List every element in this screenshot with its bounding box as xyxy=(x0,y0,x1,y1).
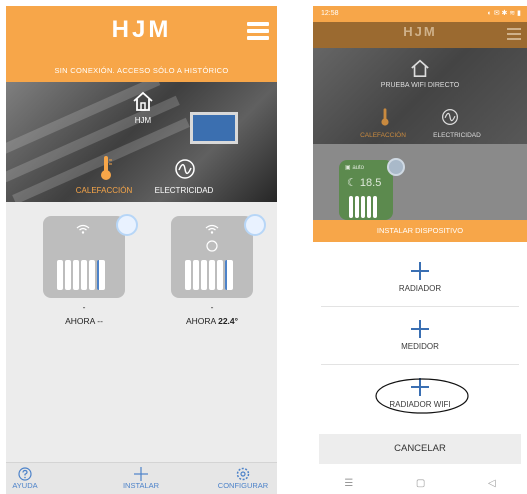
device-dash-1: - xyxy=(82,302,86,312)
reading-prefix: AHORA xyxy=(185,316,216,326)
nav-configurar[interactable]: CONFIGURAR xyxy=(198,463,277,494)
device-tile-1[interactable] xyxy=(43,216,125,298)
tab-calefaccion[interactable]: CALEFACCIÓN xyxy=(72,186,136,195)
nav-configurar-label: CONFIGURAR xyxy=(217,481,269,490)
plus-icon xyxy=(411,262,429,280)
hamburger-menu-icon[interactable] xyxy=(247,22,269,40)
device-tile-2[interactable] xyxy=(171,216,253,298)
install-sheet-header: INSTALAR DISPOSITIVO xyxy=(313,220,527,242)
nav-instalar[interactable]: INSTALAR xyxy=(96,463,186,494)
home-label: PRUEBA WIFI DIRECTO xyxy=(380,82,460,89)
device-dash-2: - xyxy=(210,302,214,312)
add-medidor-button[interactable]: MEDIDOR xyxy=(313,320,527,351)
add-radiador-button[interactable]: RADIADOR xyxy=(313,262,527,293)
home-icon[interactable] xyxy=(132,90,154,112)
device-temp: ☾ 18.5 xyxy=(347,177,382,189)
gear-icon xyxy=(236,467,250,481)
thermometer-icon[interactable] xyxy=(99,154,113,182)
home-icon[interactable] xyxy=(410,58,430,78)
reading-prefix: AHORA xyxy=(65,316,95,326)
device-area-dimmed: ▣ auto ☾ 18.5 xyxy=(313,144,527,220)
status-bar: 12:58 ◐ ✉ ✱ ≋ ▮ xyxy=(313,6,527,22)
cancel-button[interactable]: CANCELAR xyxy=(319,434,521,464)
device-toggle-2[interactable] xyxy=(244,214,266,236)
radiator-icon xyxy=(185,260,233,290)
add-medidor-label: MEDIDOR xyxy=(401,342,439,351)
highlight-ellipse xyxy=(375,378,469,414)
radiator-icon xyxy=(57,260,105,290)
status-time: 12:58 xyxy=(321,10,339,17)
menu-icon[interactable]: ☰ xyxy=(344,478,353,489)
divider xyxy=(321,306,519,307)
device-toggle-1[interactable] xyxy=(116,214,138,236)
nav-ayuda-label: AYUDA xyxy=(12,481,38,490)
wifi-icon xyxy=(205,224,219,234)
device-reading-1: AHORA -- xyxy=(43,316,125,326)
plus-icon xyxy=(411,320,429,338)
add-radiador-label: RADIADOR xyxy=(398,284,442,293)
power-icon xyxy=(206,240,218,252)
reading-value: -- xyxy=(97,316,103,326)
device-display xyxy=(190,112,238,144)
reading-value: 22.4° xyxy=(218,316,239,326)
help-icon xyxy=(18,467,32,481)
radiator-icon xyxy=(349,196,377,218)
device-mode: ▣ auto xyxy=(345,165,365,171)
device-reading-2: AHORA 22.4° xyxy=(164,316,260,326)
device-tile[interactable]: ▣ auto ☾ 18.5 xyxy=(339,160,393,220)
wifi-icon xyxy=(76,224,90,234)
tab-electricidad[interactable]: ELECTRICIDAD xyxy=(152,186,216,195)
tab-electricidad[interactable]: ELECTRICIDAD xyxy=(425,132,489,139)
nav-ayuda[interactable]: AYUDA xyxy=(6,463,70,494)
plus-icon xyxy=(134,467,148,481)
divider xyxy=(321,364,519,365)
hero-banner-dimmed: PRUEBA WIFI DIRECTO CALEFACCIÓN ELECTRIC… xyxy=(313,48,527,144)
electricity-icon[interactable] xyxy=(441,108,459,126)
home-square-icon[interactable]: ▢ xyxy=(416,478,425,489)
electricity-icon[interactable] xyxy=(174,158,196,180)
device-toggle[interactable] xyxy=(387,158,405,176)
tab-calefaccion[interactable]: CALEFACCIÓN xyxy=(351,132,415,139)
thermometer-icon[interactable] xyxy=(380,106,390,128)
left-phone-screen: HJM SIN CONEXIÓN. ACCESO SÓLO A HISTÓRIC… xyxy=(6,6,277,494)
app-logo: HJM xyxy=(403,24,437,39)
nav-instalar-label: INSTALAR xyxy=(122,481,160,490)
hamburger-menu-icon[interactable] xyxy=(507,28,521,40)
app-logo: HJM xyxy=(111,16,172,43)
offline-notice: SIN CONEXIÓN. ACCESO SÓLO A HISTÓRICO xyxy=(6,60,277,82)
home-label: HJM xyxy=(134,116,152,125)
back-icon[interactable]: ◁ xyxy=(488,478,496,489)
right-phone-screen: 12:58 ◐ ✉ ✱ ≋ ▮ HJM PRUEBA WIFI DIRECTO … xyxy=(313,6,527,494)
hero-banner: HJM CALEFACCIÓN ELECTRICIDAD xyxy=(6,82,277,202)
status-icons: ◐ ✉ ✱ ≋ ▮ xyxy=(487,10,521,17)
bottom-nav: AYUDA INSTALAR CONFIGURAR xyxy=(6,462,277,494)
system-nav-bar: ☰ ▢ ◁ xyxy=(313,472,527,494)
